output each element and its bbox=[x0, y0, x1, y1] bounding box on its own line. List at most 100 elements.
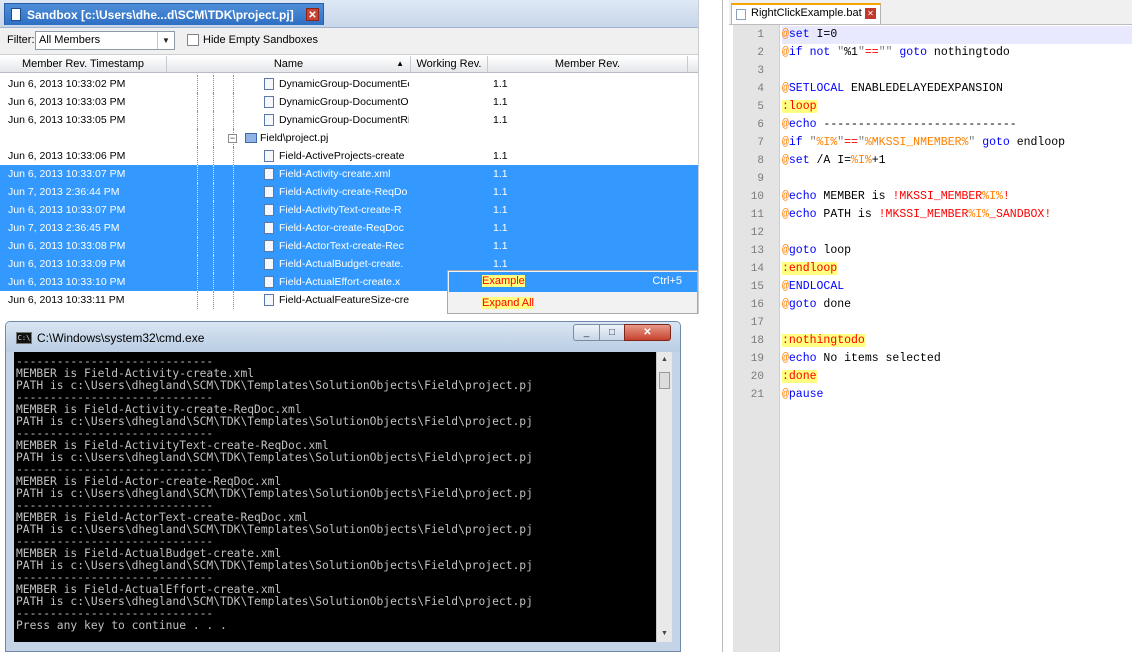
scroll-up-icon[interactable]: ▲ bbox=[659, 354, 670, 365]
code-line: @set I=0 bbox=[782, 26, 1132, 44]
editor-tab[interactable]: RightClickExample.bat ✕ bbox=[731, 3, 881, 24]
file-icon bbox=[264, 150, 274, 162]
table-row[interactable]: Jun 6, 2013 10:33:07 PM Field-Activity-cr… bbox=[0, 165, 698, 183]
cmd-window: C:\ C:\Windows\system32\cmd.exe _ □ ✕ --… bbox=[5, 321, 681, 652]
sandbox-window: Sandbox [c:\Users\dhe...d\SCM\TDK\projec… bbox=[0, 0, 699, 314]
tree-line bbox=[233, 75, 234, 93]
line-number: 6 bbox=[757, 119, 764, 131]
tree-line bbox=[233, 255, 234, 273]
tree-line bbox=[213, 219, 214, 237]
tree-line bbox=[233, 93, 234, 111]
close-icon[interactable]: ✕ bbox=[865, 8, 876, 19]
column-header-member-rev[interactable]: Member Rev. bbox=[488, 56, 688, 72]
collapse-icon[interactable]: − bbox=[228, 134, 237, 143]
line-number: 20 bbox=[750, 371, 764, 383]
tree-line bbox=[197, 183, 198, 201]
row-name: Field-ActiveProjects-create bbox=[279, 150, 405, 162]
tree-line bbox=[213, 165, 214, 183]
row-member-rev: 1.1 bbox=[493, 222, 508, 234]
table-row[interactable]: Jun 6, 2013 10:33:05 PM DynamicGroup-Docu… bbox=[0, 111, 698, 129]
editor-tabbar: RightClickExample.bat ✕ bbox=[729, 0, 1132, 25]
code-line: @echo MEMBER is !MKSSI_MEMBER%I%! bbox=[782, 190, 1010, 203]
code-line: @echo PATH is !MKSSI_MEMBER%I%_SANDBOX! bbox=[782, 208, 1052, 221]
table-row[interactable]: Jun 6, 2013 10:33:07 PM Field-ActivityTex… bbox=[0, 201, 698, 219]
file-icon bbox=[264, 78, 274, 90]
column-header-name[interactable]: Name ▲ bbox=[167, 56, 411, 72]
line-number: 10 bbox=[750, 191, 764, 203]
tree-line bbox=[197, 129, 198, 147]
table-row[interactable]: Jun 7, 2013 2:36:45 PM Field-Actor-create… bbox=[0, 219, 698, 237]
scrollbar-thumb[interactable] bbox=[659, 372, 670, 389]
file-icon bbox=[264, 96, 274, 108]
vertical-scrollbar[interactable]: ▲ ▼ bbox=[656, 352, 672, 642]
file-icon bbox=[264, 276, 274, 288]
tree-line bbox=[233, 183, 234, 201]
line-number: 5 bbox=[757, 101, 764, 113]
line-number: 13 bbox=[750, 245, 764, 257]
row-timestamp: Jun 7, 2013 2:36:45 PM bbox=[8, 222, 120, 234]
column-header-timestamp[interactable]: Member Rev. Timestamp bbox=[0, 56, 167, 72]
row-name: Field-Activity-create.xml bbox=[279, 168, 391, 180]
cmd-titlebar[interactable]: C:\ C:\Windows\system32\cmd.exe _ □ ✕ bbox=[6, 322, 680, 352]
sandbox-title: Sandbox [c:\Users\dhe...d\SCM\TDK\projec… bbox=[27, 8, 294, 22]
table-row[interactable]: Jun 6, 2013 10:33:03 PM DynamicGroup-Docu… bbox=[0, 93, 698, 111]
row-timestamp: Jun 6, 2013 10:33:07 PM bbox=[8, 168, 126, 180]
row-member-rev: 1.1 bbox=[493, 240, 508, 252]
tree-line bbox=[233, 111, 234, 129]
tree-line bbox=[213, 291, 214, 309]
table-row[interactable]: Jun 7, 2013 2:36:44 PM Field-Activity-cre… bbox=[0, 183, 698, 201]
column-label: Member Rev. bbox=[554, 58, 621, 70]
maximize-button[interactable]: □ bbox=[599, 324, 625, 341]
column-header-working-rev[interactable]: Working Rev. bbox=[411, 56, 488, 72]
tree-line bbox=[197, 93, 198, 111]
filter-value: All Members bbox=[39, 34, 101, 46]
tree-line bbox=[233, 219, 234, 237]
project-row[interactable]: − Field\project.pj bbox=[0, 129, 698, 147]
row-name: DynamicGroup-DocumentEc bbox=[279, 78, 409, 90]
filter-select[interactable]: All Members ▼ bbox=[35, 31, 175, 50]
tree-line bbox=[213, 75, 214, 93]
code-line: @set /A I=%I%+1 bbox=[782, 154, 886, 167]
code-line: @echo No items selected bbox=[782, 352, 941, 365]
tree-line bbox=[233, 201, 234, 219]
line-number: 3 bbox=[757, 65, 764, 77]
line-number: 9 bbox=[757, 173, 764, 185]
sandbox-icon bbox=[11, 8, 21, 21]
close-button[interactable]: ✕ bbox=[624, 324, 671, 341]
code-line: :endloop bbox=[782, 262, 838, 275]
tree-line bbox=[213, 273, 214, 291]
tree-line bbox=[233, 291, 234, 309]
console-output[interactable]: ----------------------------- MEMBER is F… bbox=[14, 352, 656, 642]
tree-line bbox=[213, 93, 214, 111]
menu-item-example[interactable]: Example Ctrl+5 bbox=[449, 272, 697, 292]
minimize-button[interactable]: _ bbox=[573, 324, 600, 341]
tree-line bbox=[213, 111, 214, 129]
row-member-rev: 1.1 bbox=[493, 168, 508, 180]
line-number: 14 bbox=[750, 263, 764, 275]
menu-item-expand-all[interactable]: Expand All bbox=[449, 294, 697, 314]
row-timestamp: Jun 6, 2013 10:33:11 PM bbox=[8, 294, 125, 306]
code-line: @if "%I%"=="%MKSSI_NMEMBER%" goto endloo… bbox=[782, 136, 1066, 149]
sort-ascending-icon: ▲ bbox=[396, 59, 404, 68]
table-row[interactable]: Jun 6, 2013 10:33:02 PM DynamicGroup-Docu… bbox=[0, 75, 698, 93]
sandbox-tab[interactable]: Sandbox [c:\Users\dhe...d\SCM\TDK\projec… bbox=[4, 3, 324, 25]
tree-line bbox=[197, 147, 198, 165]
column-label: Name bbox=[273, 58, 304, 70]
table-row[interactable]: Jun 6, 2013 10:33:08 PM Field-ActorText-c… bbox=[0, 237, 698, 255]
table-row[interactable]: Jun 6, 2013 10:33:06 PM Field-ActiveProje… bbox=[0, 147, 698, 165]
row-name: Field-Actor-create-ReqDoc bbox=[279, 222, 404, 234]
tree-line bbox=[213, 201, 214, 219]
code-line: @goto loop bbox=[782, 244, 852, 257]
row-name: Field-ActivityText-create-R bbox=[279, 204, 402, 216]
hide-empty-sandboxes-checkbox[interactable] bbox=[187, 34, 199, 46]
close-icon[interactable]: ✕ bbox=[306, 8, 319, 21]
cmd-title: C:\Windows\system32\cmd.exe bbox=[37, 331, 205, 345]
scroll-down-icon[interactable]: ▼ bbox=[659, 628, 670, 639]
tree-line bbox=[197, 255, 198, 273]
line-number: 4 bbox=[757, 83, 764, 95]
line-number: 21 bbox=[750, 389, 764, 401]
line-number: 1 bbox=[757, 29, 764, 41]
file-icon bbox=[264, 204, 274, 216]
file-icon bbox=[736, 9, 746, 20]
chevron-down-icon[interactable]: ▼ bbox=[157, 32, 174, 49]
